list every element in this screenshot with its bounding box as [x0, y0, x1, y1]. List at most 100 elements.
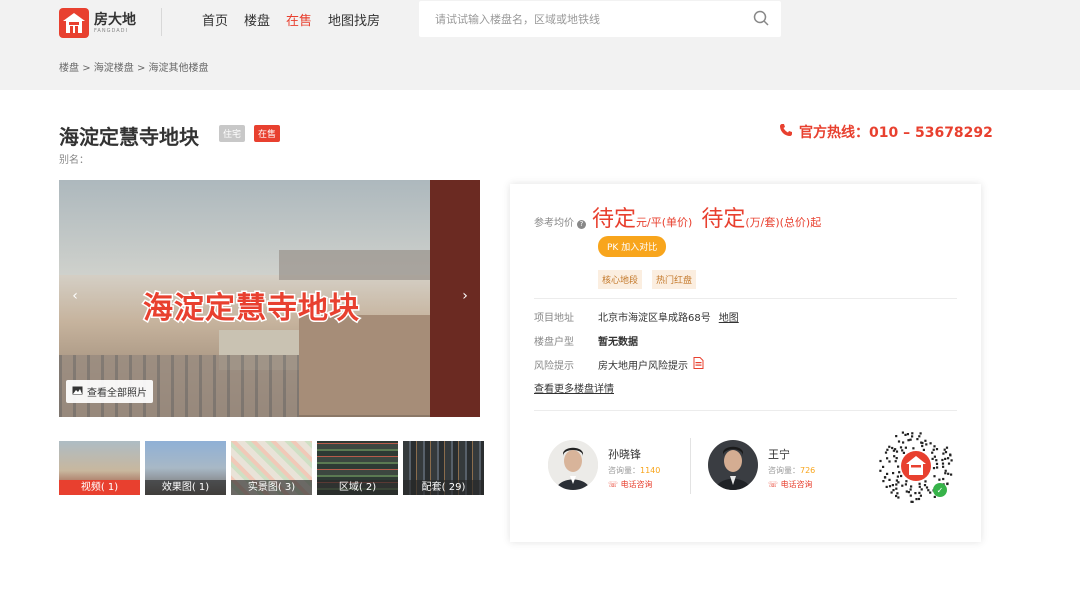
nav-home[interactable]: 首页 — [202, 10, 228, 29]
qr-dot — [947, 472, 950, 475]
qr-dot — [929, 442, 932, 445]
qr-dot — [895, 457, 898, 460]
qr-dot — [885, 485, 888, 488]
qr-dot — [891, 446, 894, 450]
hotline-label: 官方热线： — [799, 125, 869, 141]
avatar — [708, 440, 758, 490]
thumb-label: 效果图( 1) — [145, 480, 226, 495]
unit-price-value: 待定 — [592, 207, 637, 232]
qr-dot — [925, 443, 928, 446]
mini-program-qr-code[interactable]: ✓ — [876, 426, 956, 506]
thumb-label: 区域( 2) — [317, 480, 398, 495]
breadcrumb: 楼盘 > 海淀楼盘 > 海淀其他楼盘 — [59, 59, 209, 74]
logo-icon — [59, 8, 89, 38]
qr-dot — [944, 472, 947, 475]
qr-dot — [907, 491, 910, 494]
qr-dot — [892, 489, 895, 492]
nav-properties[interactable]: 楼盘 — [244, 10, 270, 29]
qr-dot — [886, 457, 889, 460]
info-value: 暂无数据 — [598, 337, 638, 348]
qr-dot — [933, 445, 936, 448]
price-row: 参考均价 ? 待定 元/平(单价) 待定 (万/套)(总价)起 — [534, 201, 821, 233]
thumb-video[interactable]: 视频( 1) — [59, 441, 140, 495]
qr-dot — [907, 439, 910, 442]
more-details-link[interactable]: 查看更多楼盘详情 — [534, 380, 614, 395]
agent-card[interactable]: 王宁 咨询量：726 ☏ 电话咨询 — [708, 440, 815, 490]
brand-logo[interactable]: 房大地 FANGDADI — [59, 8, 136, 38]
call-button[interactable]: ☏ 电话咨询 — [768, 479, 815, 490]
hotline[interactable]: 官方热线：010 – 53678292 — [779, 122, 993, 142]
breadcrumb-item[interactable]: 海淀楼盘 — [94, 63, 134, 74]
qr-dot — [941, 462, 945, 465]
qr-dot — [895, 487, 898, 490]
nav-on-sale[interactable]: 在售 — [286, 10, 312, 29]
qr-dot — [942, 452, 945, 455]
qr-dot — [914, 492, 917, 495]
chevron-left-icon[interactable]: ‹ — [67, 288, 83, 308]
thumb-facilities[interactable]: 配套( 29) — [403, 441, 484, 495]
qr-dot — [943, 448, 946, 451]
qr-dot — [923, 484, 927, 487]
qr-dot — [950, 459, 953, 462]
qr-dot — [895, 494, 898, 498]
qr-dot — [906, 433, 909, 436]
qr-dot — [888, 460, 891, 463]
breadcrumb-item[interactable]: 海淀其他楼盘 — [149, 63, 209, 74]
qr-dot — [899, 446, 903, 449]
map-link[interactable]: 地图 — [719, 309, 739, 324]
main-nav: 首页 楼盘 在售 地图找房 — [202, 10, 380, 29]
info-key: 项目地址 — [534, 313, 574, 324]
qr-dot — [931, 457, 934, 460]
qr-dot — [911, 435, 914, 438]
thumb-rendering[interactable]: 效果图( 1) — [145, 441, 226, 495]
thumb-label: 实景图( 3) — [231, 480, 312, 495]
search-input[interactable] — [419, 1, 719, 37]
chevron-right-icon[interactable]: › — [457, 288, 473, 308]
qr-dot — [941, 458, 944, 462]
qr-dot — [893, 455, 896, 458]
qr-dot — [933, 475, 936, 478]
risk-link[interactable]: 房大地用户风险提示 — [598, 357, 688, 372]
qr-dot — [882, 480, 885, 483]
help-icon[interactable]: ? — [577, 220, 586, 229]
qr-dot — [917, 497, 921, 501]
qr-dot — [888, 485, 892, 488]
qr-dot — [935, 448, 939, 451]
thumb-real-photos[interactable]: 实景图( 3) — [231, 441, 312, 495]
qr-dot — [944, 457, 947, 460]
unit-price-unit: 元/平(单价) — [636, 216, 693, 229]
qr-dot — [924, 439, 927, 442]
qr-dot — [933, 455, 936, 458]
qr-dot — [895, 479, 898, 482]
qr-dot — [935, 459, 938, 462]
qr-dot — [904, 446, 907, 449]
qr-dot — [898, 471, 901, 474]
qr-dot — [904, 483, 907, 486]
qr-dot — [890, 491, 893, 494]
qr-dot — [905, 480, 908, 483]
qr-dot — [897, 496, 900, 499]
qr-dot — [895, 450, 899, 453]
agent-divider — [690, 438, 691, 494]
avatar — [548, 440, 598, 490]
qr-dot — [879, 459, 882, 463]
qr-dot — [936, 466, 939, 469]
divider — [534, 298, 957, 299]
breadcrumb-item[interactable]: 楼盘 — [59, 63, 79, 74]
qr-dot — [888, 445, 891, 448]
qr-dot — [918, 435, 921, 438]
pdf-icon[interactable] — [693, 357, 704, 372]
nav-map-search[interactable]: 地图找房 — [328, 10, 380, 29]
search-icon[interactable] — [753, 10, 769, 30]
view-all-photos-label: 查看全部照片 — [87, 388, 147, 399]
info-key: 楼盘户型 — [534, 337, 574, 348]
thumb-area[interactable]: 区域( 2) — [317, 441, 398, 495]
call-button[interactable]: ☏ 电话咨询 — [608, 479, 660, 490]
agent-card[interactable]: 孙晓锋 咨询量：1140 ☏ 电话咨询 — [548, 440, 660, 490]
qr-dot — [918, 491, 921, 494]
qr-dot — [944, 469, 947, 472]
add-compare-button[interactable]: PK 加入对比 — [598, 236, 667, 257]
page-title: 海淀定慧寺地块 — [59, 125, 199, 149]
view-all-photos-button[interactable]: 查看全部照片 — [66, 380, 153, 403]
breadcrumb-sep: > — [82, 63, 91, 74]
